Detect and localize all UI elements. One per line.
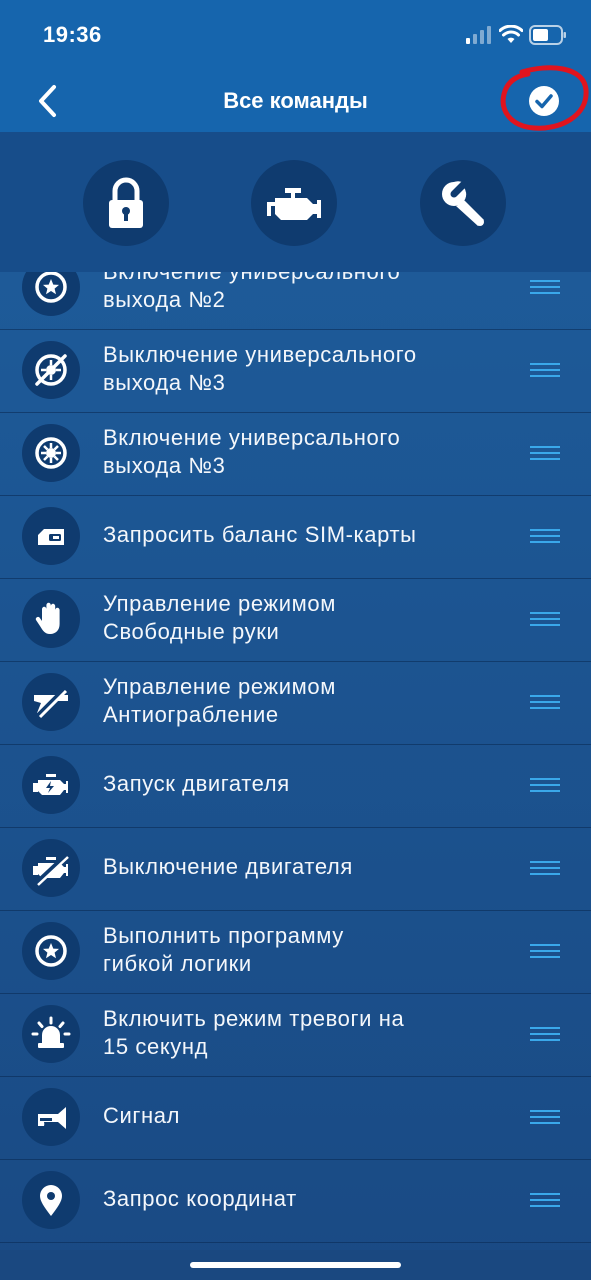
command-row[interactable]: Управление режимом Свободные руки	[0, 578, 591, 662]
command-icon-wrap	[22, 922, 80, 980]
command-row[interactable]: Включение универсального выхода №2	[0, 272, 591, 330]
command-label: Включить режим тревоги на 15 секунд	[103, 1006, 405, 1059]
lock-icon	[109, 177, 143, 228]
antirobbery-icon	[34, 687, 68, 719]
drag-handle-icon[interactable]	[530, 612, 560, 626]
command-label: Управление режимом Свободные руки	[103, 591, 336, 644]
service-button[interactable]	[420, 160, 506, 246]
cellular-signal-icon	[466, 26, 491, 44]
command-label: Управление режимом Антиограбление	[103, 674, 336, 727]
drag-handle-icon[interactable]	[530, 363, 560, 377]
command-icon-wrap	[22, 272, 80, 316]
drag-handle-icon[interactable]	[530, 695, 560, 709]
command-label: Запрос координат	[103, 1186, 297, 1211]
star-circle-icon	[35, 935, 67, 967]
alarm-light-icon	[31, 1016, 71, 1048]
wifi-icon	[499, 25, 523, 43]
lock-button[interactable]	[83, 160, 169, 246]
command-icon-wrap	[22, 424, 80, 482]
status-time: 19:36	[43, 22, 102, 47]
drag-handle-icon[interactable]	[530, 280, 560, 294]
engine-start-icon	[33, 774, 68, 795]
command-label: Выключение двигателя	[103, 854, 353, 879]
drag-handle-icon[interactable]	[530, 944, 560, 958]
command-row[interactable]: Сигнал	[0, 1076, 591, 1160]
command-row[interactable]: Включение универсального выхода №3	[0, 412, 591, 496]
command-row[interactable]: Управление режимом Антиограбление	[0, 661, 591, 745]
command-row[interactable]: Включить режим тревоги на 15 секунд	[0, 993, 591, 1077]
star-circle-icon	[35, 272, 67, 303]
drag-handle-icon[interactable]	[530, 861, 560, 875]
output-off-icon	[35, 354, 67, 386]
home-indicator[interactable]	[190, 1262, 401, 1268]
command-icon-wrap	[22, 1171, 80, 1229]
command-icon-wrap	[22, 590, 80, 648]
command-row[interactable]: Запросить баланс SIM-карты	[0, 495, 591, 579]
command-label: Запуск двигателя	[103, 771, 290, 796]
command-label: Включение универсального выхода №3	[103, 425, 401, 478]
drag-handle-icon[interactable]	[530, 1027, 560, 1041]
drag-handle-icon[interactable]	[530, 778, 560, 792]
command-icon-wrap	[22, 507, 80, 565]
drag-handle-icon[interactable]	[530, 446, 560, 460]
screen: 19:36 Все команды выхода №2 Выключение у…	[0, 0, 591, 1280]
command-icon-wrap	[22, 839, 80, 897]
command-label: Выключение универсального выхода №3	[103, 342, 417, 395]
drag-handle-icon[interactable]	[530, 1193, 560, 1207]
command-row[interactable]: Выключение универсального выхода №3	[0, 329, 591, 413]
annotation-circle	[500, 65, 589, 131]
commands-list: Включение универсального выхода №2 Выклю…	[0, 272, 591, 1250]
command-row[interactable]: Запрос координат	[0, 1159, 591, 1243]
engine-button[interactable]	[251, 160, 337, 246]
command-icon-wrap	[22, 1088, 80, 1146]
command-row[interactable]: Запуск двигателя	[0, 744, 591, 828]
quick-actions-panel	[0, 132, 591, 272]
command-label: Включение универсального выхода №2	[103, 272, 400, 312]
command-row[interactable]: Выключение двигателя	[0, 827, 591, 911]
horn-icon	[36, 1107, 66, 1129]
drag-handle-icon[interactable]	[530, 1110, 560, 1124]
output-on-icon	[35, 437, 67, 469]
hand-icon	[35, 602, 60, 634]
battery-icon	[529, 25, 566, 45]
engine-icon	[267, 188, 321, 220]
sim-card-icon	[38, 529, 64, 545]
command-icon-wrap	[22, 756, 80, 814]
status-bar: 19:36	[0, 0, 591, 70]
command-label: Сигнал	[103, 1103, 181, 1128]
command-label: Выполнить программу гибкой логики	[103, 923, 344, 976]
location-pin-icon	[40, 1185, 62, 1216]
command-label: Запросить баланс SIM-карты	[103, 522, 417, 547]
command-icon-wrap	[22, 1005, 80, 1063]
drag-handle-icon[interactable]	[530, 529, 560, 543]
wrench-icon	[442, 180, 484, 226]
command-icon-wrap	[22, 341, 80, 399]
command-row[interactable]: Выполнить программу гибкой логики	[0, 910, 591, 994]
command-icon-wrap	[22, 673, 80, 731]
engine-off-icon	[33, 853, 69, 886]
